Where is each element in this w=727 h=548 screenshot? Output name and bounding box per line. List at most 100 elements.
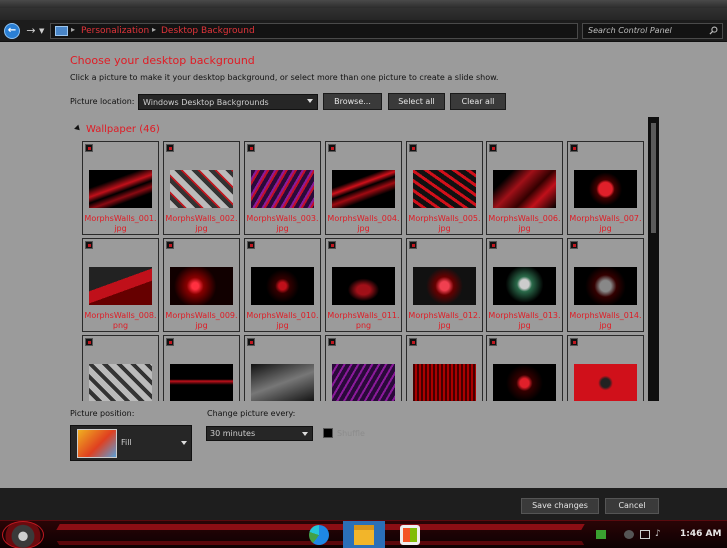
tray-app-icon[interactable]	[596, 530, 606, 539]
wallpaper-thumbnail	[170, 364, 233, 401]
wallpaper-tile[interactable]: MorphsWalls_001. jpg	[82, 141, 159, 235]
wallpaper-filename: MorphsWalls_011. png	[326, 311, 401, 331]
wallpaper-tile[interactable]	[163, 335, 240, 401]
search-icon[interactable]	[709, 26, 718, 35]
collapse-triangle-icon[interactable]	[74, 124, 82, 133]
wallpaper-filename: MorphsWalls_014. jpg	[568, 311, 643, 331]
grid-scrollbar-thumb[interactable]	[651, 123, 656, 233]
wallpaper-select-checkbox[interactable]	[489, 338, 497, 346]
wallpaper-select-checkbox[interactable]	[328, 144, 336, 152]
back-arrow-icon[interactable]: ←	[4, 23, 20, 39]
search-input[interactable]: Search Control Panel	[582, 23, 723, 39]
select-all-button[interactable]: Select all	[388, 93, 445, 110]
start-orb-icon[interactable]	[2, 521, 44, 548]
wallpaper-tile[interactable]	[244, 335, 321, 401]
wallpaper-tile[interactable]: MorphsWalls_013. jpg	[486, 238, 563, 332]
browse-button[interactable]: Browse...	[323, 93, 382, 110]
forward-arrow-icon[interactable]: →	[24, 23, 38, 39]
picture-location-select[interactable]: Windows Desktop Backgrounds	[138, 94, 318, 110]
wallpaper-thumbnail	[251, 364, 314, 401]
wallpaper-tile[interactable]	[486, 335, 563, 401]
wallpaper-select-checkbox[interactable]	[328, 241, 336, 249]
wallpaper-group-label: Wallpaper (46)	[86, 124, 160, 135]
cancel-button[interactable]: Cancel	[605, 498, 659, 514]
wallpaper-select-checkbox[interactable]	[409, 338, 417, 346]
wallpaper-select-checkbox[interactable]	[166, 144, 174, 152]
store-icon[interactable]	[400, 525, 420, 545]
wallpaper-select-checkbox[interactable]	[570, 144, 578, 152]
picture-position-select[interactable]: Fill	[70, 425, 192, 461]
wallpaper-select-checkbox[interactable]	[85, 338, 93, 346]
clear-all-button[interactable]: Clear all	[450, 93, 506, 110]
wallpaper-thumbnail	[332, 364, 395, 401]
wallpaper-filename: MorphsWalls_002. jpg	[164, 214, 239, 234]
wallpaper-filename-line2: jpg	[599, 321, 612, 330]
wallpaper-thumbnail	[574, 364, 637, 401]
wallpaper-select-checkbox[interactable]	[409, 241, 417, 249]
wallpaper-tile[interactable]: MorphsWalls_005. jpg	[406, 141, 483, 235]
wallpaper-select-checkbox[interactable]	[247, 338, 255, 346]
save-changes-button[interactable]: Save changes	[521, 498, 599, 514]
breadcrumb-desktop-background[interactable]: Desktop Background	[161, 26, 255, 36]
wallpaper-select-checkbox[interactable]	[409, 144, 417, 152]
wallpaper-tile[interactable]: MorphsWalls_008. png	[82, 238, 159, 332]
wallpaper-select-checkbox[interactable]	[85, 144, 93, 152]
breadcrumb[interactable]: ▸ Personalization ▸ Desktop Background	[50, 23, 578, 39]
wallpaper-select-checkbox[interactable]	[166, 338, 174, 346]
wallpaper-tile[interactable]: MorphsWalls_003. jpg	[244, 141, 321, 235]
wallpaper-filename-line1: MorphsWalls_003.	[246, 214, 319, 223]
wallpaper-select-checkbox[interactable]	[85, 241, 93, 249]
wallpaper-select-checkbox[interactable]	[166, 241, 174, 249]
wallpaper-thumbnail	[574, 267, 637, 305]
change-picture-interval-select[interactable]: 30 minutes	[206, 426, 313, 441]
edge-browser-icon[interactable]	[309, 525, 329, 545]
wallpaper-tile[interactable]: MorphsWalls_006. jpg	[486, 141, 563, 235]
wallpaper-filename: MorphsWalls_006. jpg	[487, 214, 562, 234]
wallpaper-filename: MorphsWalls_007. jpg	[568, 214, 643, 234]
wallpaper-select-checkbox[interactable]	[570, 338, 578, 346]
wallpaper-filename-line1: MorphsWalls_007.	[569, 214, 642, 223]
wallpaper-tile[interactable]: MorphsWalls_014. jpg	[567, 238, 644, 332]
breadcrumb-separator-icon[interactable]: ▸	[71, 25, 75, 34]
wallpaper-filename-line1: MorphsWalls_004.	[327, 214, 400, 223]
wallpaper-tile[interactable]	[325, 335, 402, 401]
breadcrumb-personalization[interactable]: Personalization	[81, 26, 149, 36]
wallpaper-grid: MorphsWalls_001. jpg MorphsWalls_002. jpg Mo…	[80, 139, 646, 401]
file-explorer-icon[interactable]	[354, 525, 374, 545]
wallpaper-select-checkbox[interactable]	[489, 241, 497, 249]
wallpaper-filename-line2: png	[355, 321, 372, 330]
wallpaper-filename: MorphsWalls_005. jpg	[407, 214, 482, 234]
wallpaper-select-checkbox[interactable]	[570, 241, 578, 249]
wallpaper-select-checkbox[interactable]	[247, 241, 255, 249]
wallpaper-tile[interactable]: MorphsWalls_004. jpg	[325, 141, 402, 235]
wallpaper-filename-line1: MorphsWalls_009.	[165, 311, 238, 320]
wallpaper-tile[interactable]: MorphsWalls_007. jpg	[567, 141, 644, 235]
wallpaper-tile[interactable]	[406, 335, 483, 401]
wallpaper-filename-line2: jpg	[518, 224, 531, 233]
wallpaper-select-checkbox[interactable]	[247, 144, 255, 152]
wallpaper-tile[interactable]	[82, 335, 159, 401]
shuffle-checkbox[interactable]	[323, 428, 333, 438]
wallpaper-filename-line2: jpg	[438, 321, 451, 330]
recent-pages-chevron-icon[interactable]: ▼	[39, 24, 47, 38]
taskbar: ♪ 1:46 AM	[0, 520, 727, 548]
volume-muted-icon[interactable]: ♪	[655, 530, 665, 539]
wallpaper-tile[interactable]: MorphsWalls_010. jpg	[244, 238, 321, 332]
breadcrumb-separator-icon[interactable]: ▸	[152, 25, 156, 34]
wallpaper-filename-line2: jpg	[195, 321, 208, 330]
wallpaper-tile[interactable]: MorphsWalls_002. jpg	[163, 141, 240, 235]
shuffle-label: Shuffle	[337, 429, 365, 438]
network-icon[interactable]	[640, 530, 650, 539]
tray-settings-icon[interactable]	[624, 530, 634, 539]
wallpaper-tile[interactable]: MorphsWalls_011. png	[325, 238, 402, 332]
picture-location-label: Picture location:	[70, 97, 135, 106]
wallpaper-filename-line1: MorphsWalls_014.	[569, 311, 642, 320]
wallpaper-tile[interactable]: MorphsWalls_009. jpg	[163, 238, 240, 332]
wallpaper-thumbnail	[170, 267, 233, 305]
taskbar-clock[interactable]: 1:46 AM	[680, 529, 721, 539]
wallpaper-tile[interactable]	[567, 335, 644, 401]
wallpaper-thumbnail	[251, 170, 314, 208]
wallpaper-tile[interactable]: MorphsWalls_012. jpg	[406, 238, 483, 332]
wallpaper-select-checkbox[interactable]	[489, 144, 497, 152]
wallpaper-select-checkbox[interactable]	[328, 338, 336, 346]
